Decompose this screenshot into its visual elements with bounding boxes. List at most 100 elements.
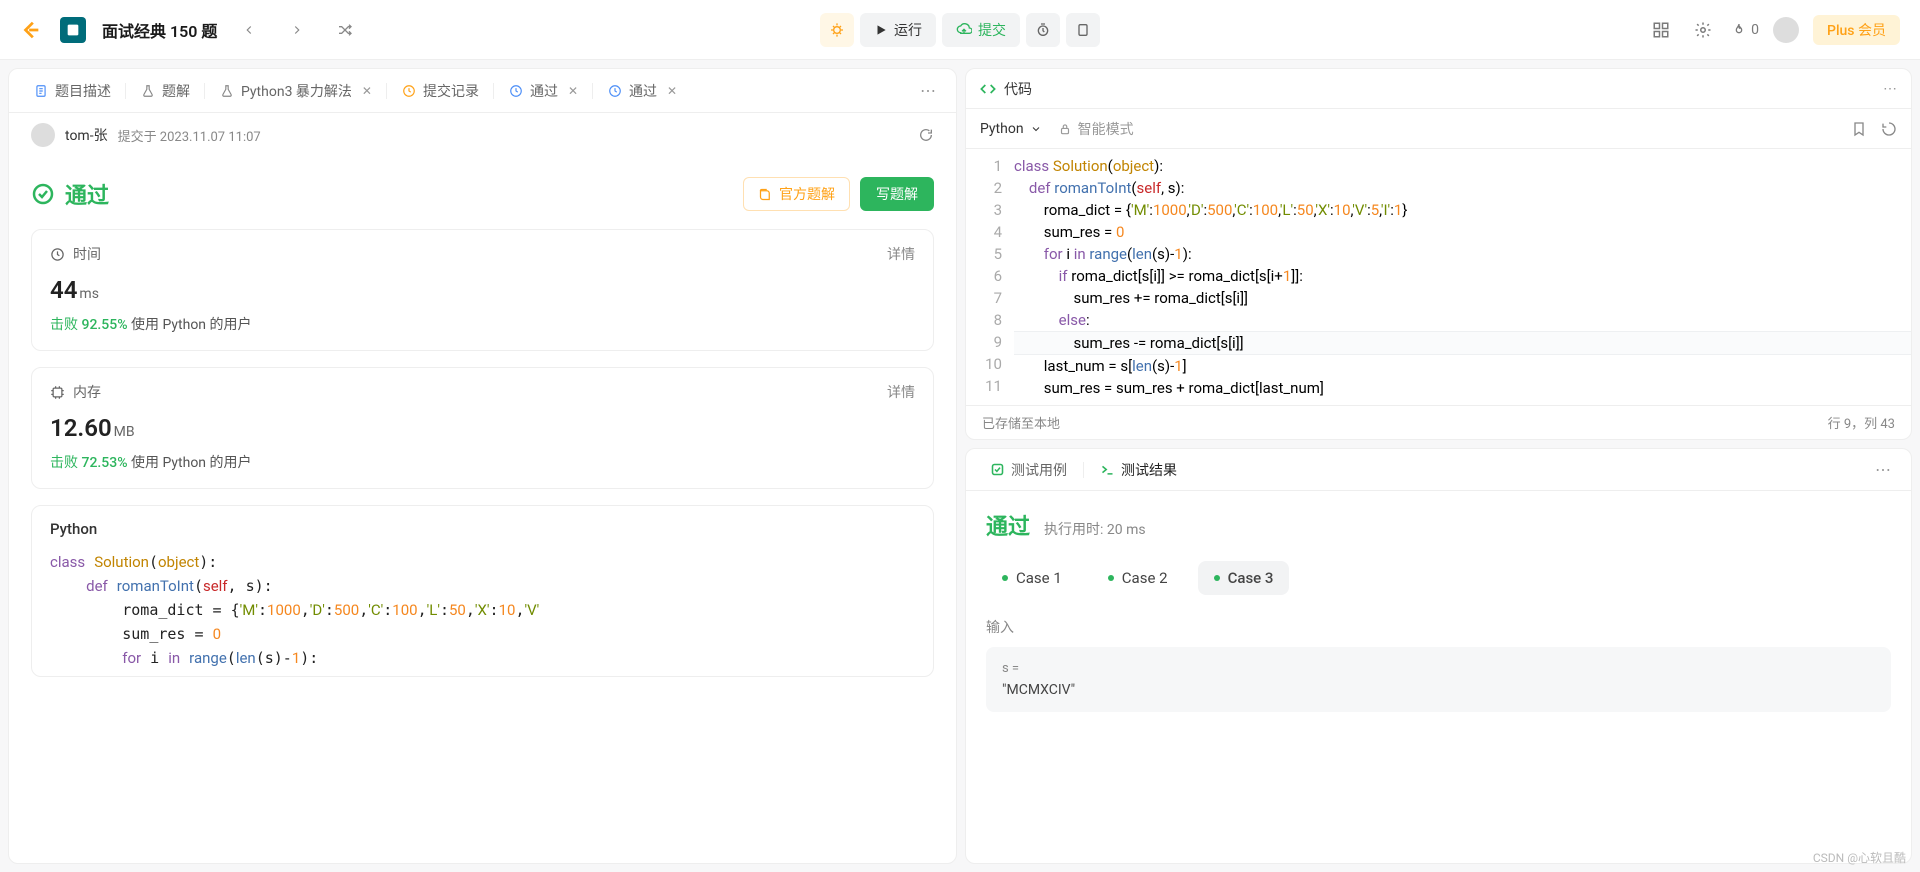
run-label: 运行 (894, 20, 922, 40)
case-tab-2[interactable]: Case 2 (1092, 561, 1184, 595)
beaker-icon (219, 83, 235, 99)
code-lines[interactable]: class Solution(object): def romanToInt(s… (1014, 155, 1911, 399)
timer-button[interactable] (1026, 13, 1060, 47)
user-avatar[interactable] (1773, 17, 1799, 43)
left-body-scroll[interactable]: 通过 官方题解 写题解 时间 详情 44ms 击败 92.55% 使用 Pyth… (9, 157, 956, 863)
result-line: 通过 执行用时: 20 ms (986, 509, 1891, 541)
history-icon (607, 83, 623, 99)
line-gutter: 1234567891011 (966, 155, 1014, 399)
submission-meta: 提交于 2023.11.07 11:07 (118, 126, 261, 145)
tab-pass-2[interactable]: 通过✕ (597, 75, 687, 107)
plus-member-button[interactable]: Plus 会员 (1813, 15, 1900, 45)
case-tab-3[interactable]: Case 3 (1198, 561, 1290, 595)
code-icon (980, 81, 996, 97)
editor-status-bar: 已存储至本地 行 9，列 43 (966, 405, 1911, 439)
submit-button[interactable]: 提交 (942, 13, 1020, 47)
test-more-button[interactable]: ⋯ (1869, 456, 1897, 483)
case-tabs: Case 1 Case 2 Case 3 (986, 561, 1891, 595)
main-layout: 题目描述 题解 Python3 暴力解法✕ 提交记录 通过✕ 通过✕ ⋯ tom… (0, 60, 1920, 872)
input-label: 输入 (986, 617, 1891, 637)
tab-testcases[interactable]: 测试用例 (980, 454, 1077, 486)
result-runtime: 执行用时: 20 ms (1044, 519, 1146, 539)
shuffle-button[interactable] (329, 14, 361, 46)
close-icon[interactable]: ✕ (362, 84, 372, 98)
settings-button[interactable] (1689, 16, 1717, 44)
right-panel: 代码 ⋯ Python 智能模式 1234567891011 class Sol… (965, 68, 1912, 864)
code-panel-header: 代码 ⋯ (966, 69, 1911, 109)
submission-header: tom-张 提交于 2023.11.07 11:07 (9, 113, 956, 157)
check-circle-icon (31, 182, 55, 206)
next-problem-button[interactable] (281, 14, 313, 46)
history-icon (508, 83, 524, 99)
official-solution-button[interactable]: 官方题解 (743, 177, 850, 211)
tabs-more-button[interactable]: ⋯ (914, 77, 942, 104)
code-editor-panel: 代码 ⋯ Python 智能模式 1234567891011 class Sol… (965, 68, 1912, 440)
close-icon[interactable]: ✕ (667, 84, 677, 98)
submitted-code: class Solution(object): def romanToInt(s… (50, 550, 915, 670)
time-stat-card[interactable]: 时间 详情 44ms 击败 92.55% 使用 Python 的用户 (31, 229, 934, 351)
terminal-icon (1100, 462, 1115, 477)
streak-counter[interactable]: 0 (1731, 22, 1759, 38)
tab-solutions[interactable]: 题解 (130, 75, 200, 107)
tab-pass-1[interactable]: 通过✕ (498, 75, 588, 107)
memory-icon (50, 385, 65, 400)
memory-label: 内存 (73, 382, 101, 402)
author-name[interactable]: tom-张 (65, 125, 108, 145)
memory-value: 12.60 (50, 414, 112, 442)
tab-history[interactable]: 提交记录 (391, 75, 489, 107)
study-plan-icon[interactable] (60, 17, 86, 43)
layout-button[interactable] (1647, 16, 1675, 44)
code-panel-more-button[interactable]: ⋯ (1883, 81, 1897, 97)
test-tabbar: 测试用例 测试结果 ⋯ (966, 449, 1911, 491)
status-dot-icon (1002, 575, 1008, 581)
beaker-icon (140, 83, 156, 99)
accept-status: 通过 (65, 178, 109, 210)
author-avatar[interactable] (31, 123, 55, 147)
note-button[interactable] (1066, 13, 1100, 47)
top-right-controls: 0 Plus 会员 (1647, 15, 1900, 45)
close-icon[interactable]: ✕ (568, 84, 578, 98)
run-button[interactable]: 运行 (860, 13, 936, 47)
smart-mode-toggle[interactable]: 智能模式 (1058, 119, 1134, 139)
leetcode-logo-icon[interactable] (20, 19, 42, 41)
input-var-name: s = (1002, 661, 1875, 676)
study-plan-title[interactable]: 面试经典 150 题 (102, 18, 217, 42)
input-var-value: "MCMXCIV" (1002, 682, 1875, 698)
status-dot-icon (1108, 575, 1114, 581)
history-icon (401, 83, 417, 99)
result-status: 通过 (986, 509, 1030, 541)
description-icon (33, 83, 49, 99)
time-label: 时间 (73, 244, 101, 264)
case-tab-1[interactable]: Case 1 (986, 561, 1078, 595)
language-selector[interactable]: Python (980, 121, 1042, 137)
code-editor[interactable]: 1234567891011 class Solution(object): de… (966, 149, 1911, 405)
submit-label: 提交 (978, 20, 1006, 40)
tab-py3-brute[interactable]: Python3 暴力解法✕ (209, 75, 382, 107)
memory-detail-link[interactable]: 详情 (887, 382, 915, 402)
tab-description[interactable]: 题目描述 (23, 75, 121, 107)
code-toolbar: Python 智能模式 (966, 109, 1911, 149)
clock-icon (50, 247, 65, 262)
memory-unit: MB (114, 424, 135, 440)
test-body[interactable]: 通过 执行用时: 20 ms Case 1 Case 2 Case 3 输入 s… (966, 491, 1911, 863)
memory-stat-card[interactable]: 内存 详情 12.60MB 击败 72.53% 使用 Python 的用户 (31, 367, 934, 489)
status-dot-icon (1214, 575, 1220, 581)
time-detail-link[interactable]: 详情 (887, 244, 915, 264)
top-navbar: 面试经典 150 题 运行 提交 0 Plus 会员 (0, 0, 1920, 60)
lock-icon (1058, 122, 1072, 136)
tab-testresults[interactable]: 测试结果 (1090, 454, 1187, 486)
bookmark-button[interactable] (1851, 121, 1867, 137)
reset-button[interactable] (1881, 121, 1897, 137)
prev-problem-button[interactable] (233, 14, 265, 46)
code-lang-label: Python (50, 520, 915, 538)
open-external-button[interactable] (918, 127, 934, 143)
time-value: 44 (50, 276, 77, 304)
write-solution-button[interactable]: 写题解 (860, 177, 934, 211)
streak-count: 0 (1751, 22, 1759, 38)
save-status: 已存储至本地 (982, 413, 1060, 432)
cursor-position: 行 9，列 43 (1828, 413, 1895, 432)
input-box: s = "MCMXCIV" (986, 647, 1891, 712)
debug-button[interactable] (820, 13, 854, 47)
left-panel: 题目描述 题解 Python3 暴力解法✕ 提交记录 通过✕ 通过✕ ⋯ tom… (8, 68, 957, 864)
submitted-code-card: Python class Solution(object): def roman… (31, 505, 934, 677)
